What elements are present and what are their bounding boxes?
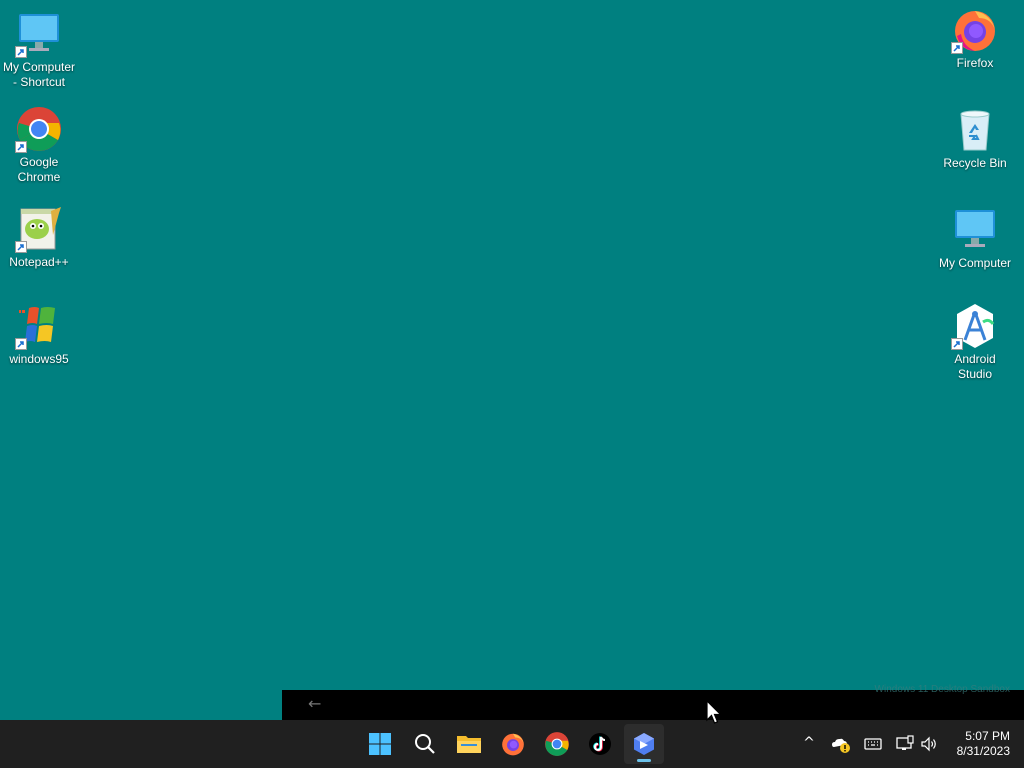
monitor-icon — [951, 206, 999, 254]
keyboard-icon[interactable] — [863, 734, 883, 754]
desktop-icon-label: windows95 — [9, 352, 69, 366]
desktop-icon-notepadpp[interactable]: Notepad++ — [0, 205, 78, 270]
desktop-icon-my-computer[interactable]: My Computer — [936, 206, 1014, 271]
desktop-icon-firefox[interactable]: Firefox — [936, 6, 1014, 71]
overlay-strip: ← Windows 11 Desktop Sandbox — [282, 684, 1024, 720]
shortcut-arrow-icon — [951, 338, 963, 350]
notepadpp-icon — [15, 205, 63, 253]
shortcut-arrow-icon — [951, 42, 963, 54]
desktop-icon-label: Notepad++ — [9, 255, 69, 269]
tray-overflow-chevron-icon[interactable]: ^ — [799, 735, 819, 755]
desktop-icon-label: Google Chrome — [17, 155, 61, 184]
shortcut-arrow-icon — [15, 46, 27, 58]
active-app-taskbar-button[interactable] — [624, 724, 664, 764]
watermark-text: Windows 11 Desktop Sandbox — [874, 684, 1010, 695]
firefox-icon — [502, 733, 524, 756]
folder-icon — [457, 736, 481, 753]
recycle-bin-icon — [951, 106, 999, 154]
tiktok-taskbar-button[interactable] — [580, 724, 620, 764]
desktop-icon-my-computer-shortcut[interactable]: My Computer - Shortcut — [0, 10, 78, 90]
firefox-icon — [951, 6, 999, 54]
chrome-taskbar-button[interactable] — [537, 724, 577, 764]
app-icon — [634, 733, 654, 755]
desktop-icon-label: Android Studio — [954, 352, 996, 381]
windows-start-icon — [369, 733, 391, 755]
windows95-icon — [15, 302, 63, 350]
mouse-cursor-icon — [706, 700, 722, 724]
shortcut-arrow-icon — [15, 141, 27, 153]
desktop-icon-android-studio[interactable]: Android Studio — [936, 302, 1014, 382]
desktop-icon-recycle-bin[interactable]: Recycle Bin — [936, 106, 1014, 171]
desktop-icon-label: Firefox — [956, 56, 994, 70]
network-icon[interactable] — [895, 734, 915, 754]
shortcut-arrow-icon — [15, 338, 27, 350]
clock-date: 8/31/2023 — [956, 744, 1010, 758]
desktop-icon-windows95[interactable]: windows95 — [0, 302, 78, 367]
clock-time: 5:07 PM — [965, 729, 1010, 743]
taskbar: ^ 5:07 PM 8/31/2023 — [0, 720, 1024, 768]
monitor-icon — [15, 10, 63, 58]
chrome-icon — [15, 105, 63, 153]
file-explorer-button[interactable] — [449, 724, 489, 764]
start-button[interactable] — [360, 724, 400, 764]
search-button[interactable] — [405, 724, 445, 764]
android-studio-icon — [951, 302, 999, 350]
desktop-icon-label: My Computer - Shortcut — [2, 60, 76, 89]
desktop-icon-label: My Computer — [938, 256, 1012, 270]
back-arrow-icon[interactable]: ← — [308, 694, 321, 713]
shortcut-arrow-icon — [15, 241, 27, 253]
firefox-taskbar-button[interactable] — [493, 724, 533, 764]
desktop-icon-label: Recycle Bin — [943, 156, 1007, 170]
onedrive-warning-icon[interactable] — [831, 734, 851, 754]
chrome-icon — [545, 732, 569, 756]
tiktok-icon — [589, 733, 611, 755]
system-clock[interactable]: 5:07 PM 8/31/2023 — [957, 729, 1010, 759]
volume-icon[interactable] — [919, 734, 939, 754]
search-icon — [415, 734, 435, 754]
desktop-icon-google-chrome[interactable]: Google Chrome — [0, 105, 78, 185]
